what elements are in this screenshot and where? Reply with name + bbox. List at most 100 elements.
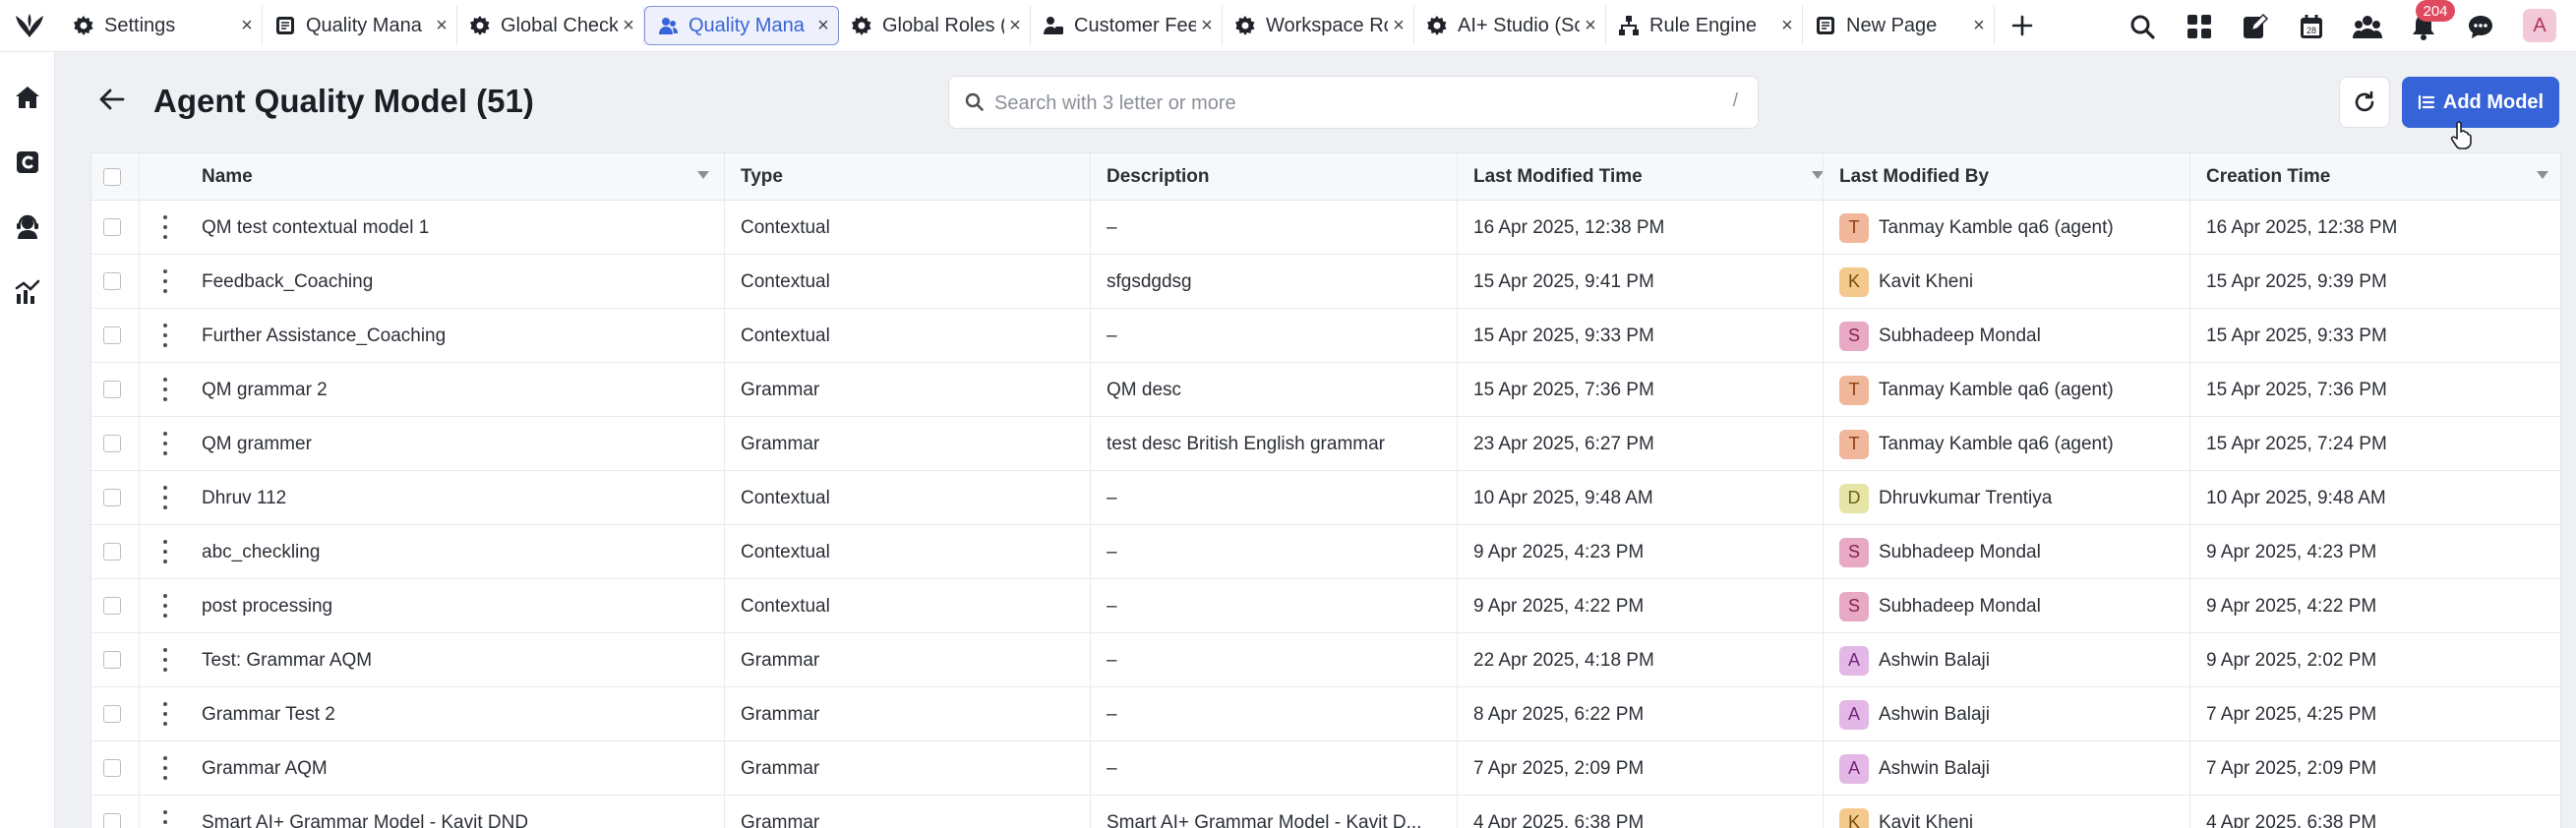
row-checkbox[interactable] <box>103 597 121 615</box>
tab-2[interactable]: Quality Mana × <box>263 6 457 45</box>
tab-close-icon[interactable]: × <box>1580 15 1601 37</box>
tab-9[interactable]: Rule Engine × <box>1606 6 1803 45</box>
row-menu-icon[interactable] <box>162 810 168 828</box>
table-row[interactable]: QM grammer Grammar test desc British Engli… <box>91 417 2560 471</box>
row-menu-icon[interactable] <box>162 324 168 347</box>
team-icon[interactable] <box>2350 9 2385 44</box>
cell-description: test desc British English grammar <box>1107 433 1385 454</box>
new-tab-button[interactable] <box>2005 8 2040 43</box>
column-header-last-modified-time[interactable]: Last Modified Time <box>1473 153 1837 201</box>
tab-7[interactable]: Workspace Ro × <box>1223 6 1414 45</box>
cell-name[interactable]: Further Assistance_Coaching <box>202 309 713 363</box>
row-checkbox[interactable] <box>103 651 121 669</box>
refresh-button[interactable] <box>2339 77 2390 128</box>
back-arrow-icon[interactable] <box>96 84 128 115</box>
tab-3[interactable]: Global Checkl × <box>457 6 644 45</box>
table-row[interactable]: Further Assistance_Coaching Contextual – 15… <box>91 309 2560 363</box>
table-row[interactable]: abc_checkling Contextual – 9 Apr 2025, 4:23… <box>91 525 2560 579</box>
tab-close-icon[interactable]: × <box>236 15 258 37</box>
tab-close-icon[interactable]: × <box>1776 15 1798 37</box>
row-menu-icon[interactable] <box>162 269 168 293</box>
row-menu-icon[interactable] <box>162 594 168 618</box>
cell-name[interactable]: Test: Grammar AQM <box>202 633 713 687</box>
row-checkbox[interactable] <box>103 543 121 561</box>
row-menu-icon[interactable] <box>162 702 168 726</box>
select-all-checkbox[interactable] <box>103 168 121 186</box>
row-menu-icon[interactable] <box>162 648 168 672</box>
table-row[interactable]: post processing Contextual – 9 Apr 2025, 4:… <box>91 579 2560 633</box>
compose-icon[interactable] <box>2238 9 2273 44</box>
column-header-description[interactable]: Description <box>1107 153 1461 201</box>
user-name: Subhadeep Mondal <box>1879 541 2041 562</box>
row-menu-icon[interactable] <box>162 756 168 780</box>
tab-close-icon[interactable]: × <box>812 15 834 37</box>
cell-name[interactable]: Dhruv 112 <box>202 471 713 525</box>
analytics-icon[interactable] <box>12 276 43 308</box>
user-avatar: A <box>1839 753 1869 784</box>
tab-close-icon[interactable]: × <box>431 15 452 37</box>
tab-4[interactable]: Quality Mana × <box>644 6 839 45</box>
tab-10[interactable]: New Page × <box>1803 6 1995 45</box>
tab-close-icon[interactable]: × <box>1388 15 1409 37</box>
tab-8[interactable]: AI+ Studio (Sc × <box>1414 6 1606 45</box>
row-checkbox[interactable] <box>103 759 121 777</box>
table-row[interactable]: Feedback_Coaching Contextual sfgsdgdsg 15 A… <box>91 255 2560 309</box>
column-header-creation-time[interactable]: Creation Time <box>2206 153 2560 201</box>
chat-icon[interactable] <box>2463 9 2498 44</box>
user-avatar[interactable]: A <box>2523 9 2556 42</box>
column-header-type[interactable]: Type <box>741 153 1095 201</box>
tab-close-icon[interactable]: × <box>1196 15 1218 37</box>
table-row[interactable]: QM grammar 2 Grammar QM desc 15 Apr 2025, 7… <box>91 363 2560 417</box>
sort-caret-icon[interactable] <box>697 171 709 179</box>
cell-creation-time: 15 Apr 2025, 7:24 PM <box>2206 433 2387 454</box>
row-checkbox[interactable] <box>103 218 121 236</box>
row-menu-icon[interactable] <box>162 432 168 455</box>
cases-icon[interactable] <box>12 147 43 178</box>
cell-name[interactable]: post processing <box>202 579 713 633</box>
table-row[interactable]: Smart AI+ Grammar Model - Kavit DND Gramm… <box>91 796 2560 828</box>
table-row[interactable]: Grammar Test 2 Grammar – 8 Apr 2025, 6:22 P… <box>91 687 2560 741</box>
cell-last-modified-by: S Subhadeep Mondal <box>1839 579 2184 633</box>
row-checkbox[interactable] <box>103 381 121 398</box>
tab-close-icon[interactable]: × <box>618 15 639 37</box>
row-menu-icon[interactable] <box>162 486 168 509</box>
row-checkbox[interactable] <box>103 326 121 344</box>
cell-name[interactable]: QM grammar 2 <box>202 363 713 417</box>
search-input[interactable] <box>992 85 1685 122</box>
table-row[interactable]: QM test contextual model 1 Contextual – 16 … <box>91 201 2560 255</box>
cell-name[interactable]: QM grammer <box>202 417 713 471</box>
cell-name[interactable]: QM test contextual model 1 <box>202 201 713 255</box>
calendar-icon[interactable]: 28 <box>2294 9 2329 44</box>
table-row[interactable]: Test: Grammar AQM Grammar – 22 Apr 2025, 4:… <box>91 633 2560 687</box>
row-checkbox[interactable] <box>103 813 121 828</box>
tab-close-icon[interactable]: × <box>1968 15 1990 37</box>
row-checkbox[interactable] <box>103 489 121 506</box>
apps-grid-icon[interactable] <box>2182 9 2217 44</box>
cell-name[interactable]: Grammar AQM <box>202 741 713 796</box>
sort-caret-icon[interactable] <box>2537 171 2548 179</box>
agent-icon[interactable] <box>12 211 43 243</box>
cell-name[interactable]: abc_checkling <box>202 525 713 579</box>
tab-5[interactable]: Global Roles (× <box>839 6 1031 45</box>
column-header-name[interactable]: Name <box>202 153 723 201</box>
row-checkbox[interactable] <box>103 272 121 290</box>
add-model-button[interactable]: Add Model <box>2402 77 2559 128</box>
app-logo-icon[interactable] <box>12 10 47 41</box>
table-row[interactable]: Grammar AQM Grammar – 7 Apr 2025, 2:09 PM A A… <box>91 741 2560 796</box>
table-row[interactable]: Dhruv 112 Contextual – 10 Apr 2025, 9:48 AM… <box>91 471 2560 525</box>
row-checkbox[interactable] <box>103 705 121 723</box>
row-menu-icon[interactable] <box>162 215 168 239</box>
row-menu-icon[interactable] <box>162 540 168 563</box>
tab-1[interactable]: Settings × <box>61 6 263 45</box>
tab-6[interactable]: Customer Fee × <box>1031 6 1223 45</box>
search-icon[interactable] <box>2125 9 2160 44</box>
search-box[interactable]: / <box>948 76 1759 129</box>
column-header-last-modified-by[interactable]: Last Modified By <box>1839 153 2193 201</box>
row-checkbox[interactable] <box>103 435 121 452</box>
cell-name[interactable]: Feedback_Coaching <box>202 255 713 309</box>
home-icon[interactable] <box>12 82 43 113</box>
cell-name[interactable]: Smart AI+ Grammar Model - Kavit DND <box>202 796 713 828</box>
tab-close-icon[interactable]: × <box>1004 15 1026 37</box>
cell-name[interactable]: Grammar Test 2 <box>202 687 713 741</box>
row-menu-icon[interactable] <box>162 378 168 401</box>
